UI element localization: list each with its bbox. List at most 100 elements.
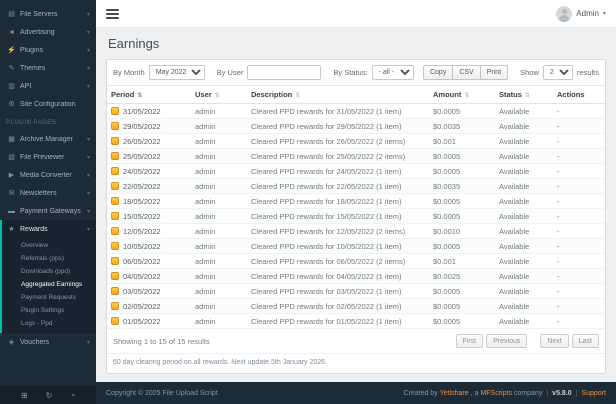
print-button[interactable]: Print [480, 65, 508, 80]
cell-period: 01/05/2022 [107, 314, 191, 329]
sidebar-item-payment-gateways[interactable]: ▬Payment Gateways▾ [0, 202, 96, 220]
support-link[interactable]: Support [581, 390, 606, 397]
sidebar-item-media-converter[interactable]: ▶Media Converter▾ [0, 166, 96, 184]
by-status-label: By Status: [333, 68, 367, 77]
sidebar-subitem-aggregated-earnings[interactable]: Aggregated Earnings [2, 278, 96, 291]
table-row: 22/05/2022adminCleared PPD rewards for 2… [107, 179, 605, 194]
cell-status: Available [495, 179, 553, 194]
copy-button[interactable]: Copy [423, 65, 453, 80]
month-select[interactable]: May 2022 [149, 65, 205, 80]
sidebar-item-archive-manager[interactable]: ▦Archive Manager▾ [0, 130, 96, 148]
avatar[interactable] [556, 6, 572, 22]
column-header-period[interactable]: Period⇅ [107, 86, 191, 104]
table-row: 18/05/2022adminCleared PPD rewards for 1… [107, 194, 605, 209]
cell-user: admin [191, 224, 247, 239]
clock-icon[interactable]: ◔ [70, 391, 75, 400]
reward-icon [111, 137, 119, 145]
server-icon: ▤ [6, 10, 17, 18]
csv-button[interactable]: CSV [452, 65, 480, 80]
cell-amount: $0.0005 [429, 299, 495, 314]
user-filter-input[interactable] [247, 65, 321, 80]
cell-actions: - [553, 179, 605, 194]
cell-user: admin [191, 134, 247, 149]
column-header-description[interactable]: Description⇅ [247, 86, 429, 104]
first-page-button[interactable]: First [456, 334, 484, 348]
sidebar-item-themes[interactable]: ✎Themes▾ [0, 59, 96, 77]
divider: | [576, 390, 578, 397]
sort-icon[interactable]: ⇅ [295, 93, 300, 99]
sidebar-item-plugins[interactable]: ⚡Plugins▾ [0, 41, 96, 59]
cell-status: Available [495, 314, 553, 329]
sidebar-item-newsletters[interactable]: ✉Newsletters▾ [0, 184, 96, 202]
column-header-amount[interactable]: Amount⇅ [429, 86, 495, 104]
sort-icon[interactable]: ⇅ [137, 93, 142, 99]
cell-status: Available [495, 134, 553, 149]
period-value: 25/05/2022 [123, 152, 161, 161]
next-page-button[interactable]: Next [540, 334, 568, 348]
sidebar-subitem-downloads-ppd[interactable]: Downloads (ppd) [2, 265, 96, 278]
reward-icon [111, 242, 119, 250]
sidebar-item-advertising[interactable]: ◄Advertising▾ [0, 23, 96, 41]
database-icon: ▥ [6, 82, 17, 90]
megaphone-icon: ◄ [6, 29, 17, 36]
sidebar-subitem-overview[interactable]: Overview [2, 239, 96, 252]
mfscripts-link[interactable]: MFScripts [480, 390, 512, 397]
sidebar-subitem-plugin-settings[interactable]: Plugin Settings [2, 304, 96, 317]
sidebar-item-file-servers[interactable]: ▤File Servers▾ [0, 5, 96, 23]
sidebar-item-file-previewer[interactable]: ▧File Previewer▾ [0, 148, 96, 166]
cell-description: Cleared PPD rewards for 18/05/2022 (1 it… [247, 194, 429, 209]
sort-icon[interactable]: ⇅ [215, 93, 220, 99]
cell-user: admin [191, 284, 247, 299]
sidebar-subitem-logs-ppd[interactable]: Logs - Ppd [2, 317, 96, 330]
sidebar-subitem-referrals-pps[interactable]: Referrals (pps) [2, 252, 96, 265]
cell-description: Cleared PPD rewards for 02/05/2022 (1 it… [247, 299, 429, 314]
sidebar-item-label: Newsletters [20, 190, 85, 197]
sidebar-rewards-group: ★Rewards▾OverviewReferrals (pps)Download… [0, 220, 96, 333]
cell-period: 24/05/2022 [107, 164, 191, 179]
cell-period: 02/05/2022 [107, 299, 191, 314]
status-select[interactable]: - all - [372, 65, 414, 80]
cell-user: admin [191, 119, 247, 134]
cell-status: Available [495, 104, 553, 119]
table-footer: Showing 1 to 15 of 15 results First Prev… [107, 329, 605, 353]
filter-bar: By Month May 2022 By User By Status: - a… [107, 60, 605, 86]
reward-icon [111, 227, 119, 235]
cell-user: admin [191, 314, 247, 329]
sort-icon[interactable]: ⇅ [525, 93, 530, 99]
table-row: 25/05/2022adminCleared PPD rewards for 2… [107, 149, 605, 164]
previous-page-button[interactable]: Previous [486, 334, 527, 348]
sort-icon[interactable]: ⇅ [464, 93, 469, 99]
sidebar-item-rewards[interactable]: ★Rewards▾ [2, 220, 96, 238]
cell-period: 25/05/2022 [107, 149, 191, 164]
last-page-button[interactable]: Last [572, 334, 599, 348]
cell-actions: - [553, 104, 605, 119]
sidebar-item-site-configuration[interactable]: ⚙Site Configuration [0, 95, 96, 113]
gear-icon: ⚙ [6, 100, 17, 108]
user-menu[interactable]: Admin ▾ [556, 6, 606, 22]
sidebar-subitem-payment-requests[interactable]: Payment Requests [2, 291, 96, 304]
archive-icon: ▦ [6, 135, 17, 143]
period-value: 04/05/2022 [123, 272, 161, 281]
column-header-status[interactable]: Status⇅ [495, 86, 553, 104]
cell-actions: - [553, 239, 605, 254]
period-value: 01/05/2022 [123, 317, 161, 326]
table-row: 29/05/2022adminCleared PPD rewards for 2… [107, 119, 605, 134]
table-row: 10/05/2022adminCleared PPD rewards for 1… [107, 239, 605, 254]
yetishare-link[interactable]: Yetishare [440, 390, 469, 397]
cell-amount: $0.001 [429, 254, 495, 269]
apps-grid-icon[interactable]: ⊞ [21, 391, 28, 400]
sidebar-section-label: PLUGIN PAGES [0, 113, 96, 130]
sidebar-plugin-nav: ▦Archive Manager▾▧File Previewer▾▶Media … [0, 130, 96, 220]
refresh-icon[interactable]: ↻ [46, 391, 53, 400]
cell-period: 31/05/2022 [107, 104, 191, 119]
credit-card-icon: ▬ [6, 208, 17, 215]
sidebar-item-vouchers[interactable]: ◈Vouchers▾ [0, 333, 96, 351]
cell-status: Available [495, 149, 553, 164]
page-size-select[interactable]: 25 [543, 65, 573, 80]
sidebar-item-api[interactable]: ▥API▾ [0, 77, 96, 95]
chevron-down-icon: ▾ [87, 208, 90, 215]
menu-toggle-button[interactable] [106, 9, 119, 19]
column-header-user[interactable]: User⇅ [191, 86, 247, 104]
clearing-period-note: 60 day clearing period on all rewards. N… [107, 353, 605, 373]
period-value: 18/05/2022 [123, 197, 161, 206]
